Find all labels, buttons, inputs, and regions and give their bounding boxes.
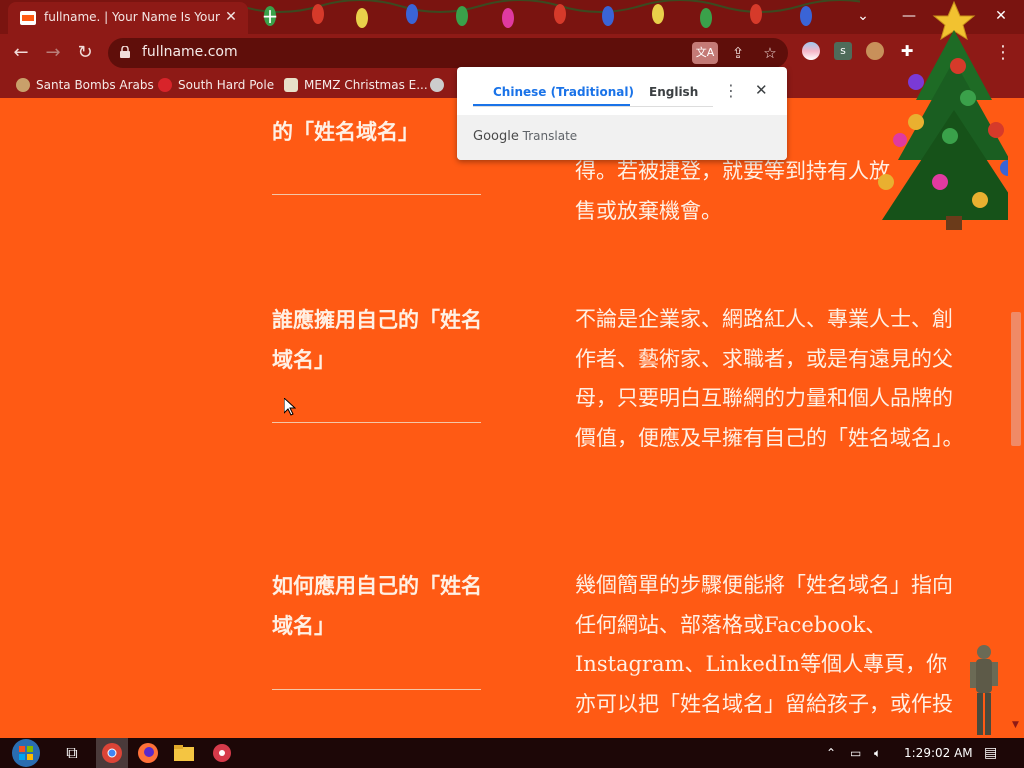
christmas-tree-decoration xyxy=(878,0,1024,230)
close-popup-icon[interactable]: ✕ xyxy=(755,80,768,100)
mouse-cursor-icon xyxy=(284,398,296,416)
firefox-taskbar-icon[interactable] xyxy=(136,741,160,765)
scrollbar-thumb[interactable] xyxy=(1011,312,1021,446)
snowflake-icon xyxy=(158,78,172,92)
tab-close-icon[interactable]: ✕ xyxy=(222,8,240,26)
share-icon[interactable]: ⇪ xyxy=(726,42,750,64)
tab-source-language[interactable]: Chinese (Traditional) xyxy=(493,81,634,103)
file-explorer-icon[interactable] xyxy=(172,741,196,765)
scroll-down-arrow-icon[interactable]: ▼ xyxy=(1012,720,1019,730)
translate-icon[interactable]: 文A xyxy=(692,42,718,64)
app-taskbar-icon[interactable] xyxy=(210,741,234,765)
browser-tab-active[interactable]: fullname. | Your Name Is Your Br ✕ xyxy=(8,2,248,34)
tab-target-language[interactable]: English xyxy=(649,81,698,103)
network-icon[interactable]: ▭ xyxy=(850,744,861,762)
web-page: 的「姓名域名」 得。若被捷登，就要等到持有人放售或放棄機會。 誰應擁用自己的「姓… xyxy=(0,98,1008,738)
bookmark-item[interactable]: Santa Bombs Arabs xyxy=(16,76,154,94)
faq-question: 誰應擁用自己的「姓名域名」 xyxy=(272,307,482,372)
start-button-icon[interactable] xyxy=(10,738,42,768)
divider xyxy=(272,689,481,690)
vertical-scrollbar[interactable]: ▼ xyxy=(1008,98,1024,738)
site-favicon-icon xyxy=(20,11,36,25)
translate-popup: Chinese (Traditional) English ⋮ ✕ Google… xyxy=(457,67,787,160)
back-arrow-icon[interactable]: ← xyxy=(8,40,34,66)
bookmark-item[interactable] xyxy=(430,76,450,94)
new-tab-button[interactable]: + xyxy=(258,4,282,28)
tray-chevron-icon[interactable]: ⌃ xyxy=(826,744,836,762)
forward-arrow-icon[interactable]: → xyxy=(40,40,66,66)
task-view-icon[interactable]: ⧉ xyxy=(60,741,84,765)
url-text[interactable]: fullname.com xyxy=(142,44,238,60)
clock-time[interactable]: 1:29:02 AM xyxy=(904,744,973,762)
address-bar[interactable]: fullname.com 文A ⇪ ☆ xyxy=(108,38,788,68)
panda-icon xyxy=(430,78,444,92)
translate-footer: Google Translate xyxy=(457,115,787,160)
zombie-figure-decoration xyxy=(970,645,998,735)
lock-icon xyxy=(120,46,130,58)
faq-question: 的「姓名域名」 xyxy=(272,119,419,144)
bookmark-star-icon[interactable]: ☆ xyxy=(758,42,782,64)
google-translate-logo: Google Translate xyxy=(473,129,578,144)
faq-answer: 不論是企業家、網路紅人、專業人士、創作者、藝術家、求職者，或是有遠見的父母，只要… xyxy=(575,307,964,450)
volume-icon[interactable]: 🔈︎ xyxy=(874,744,881,762)
extension-s-icon[interactable]: s xyxy=(834,42,852,60)
bookmark-item[interactable]: South Hard Pole xyxy=(158,76,274,94)
tab-title: fullname. | Your Name Is Your Br xyxy=(44,10,224,24)
memz-icon xyxy=(284,78,298,92)
title-bar: fullname. | Your Name Is Your Br ✕ + ⌄ —… xyxy=(0,0,1024,34)
more-options-icon[interactable]: ⋮ xyxy=(723,81,739,101)
santa-icon xyxy=(16,78,30,92)
chrome-taskbar-icon[interactable] xyxy=(96,738,128,768)
windows-taskbar: ⧉ ⌃ ▭ 🔈︎ 1:29:02 AM ▤ xyxy=(0,738,1024,768)
faq-answer: 得。若被捷登，就要等到持有人放售或放棄機會。 xyxy=(575,159,890,223)
faq-answer: 幾個簡單的步驟便能將「姓名域名」指向任何網站、部落格或Facebook、Inst… xyxy=(575,573,953,716)
christmas-lights-decoration xyxy=(240,0,860,28)
divider xyxy=(272,422,481,423)
extension-flag-icon[interactable] xyxy=(802,42,820,60)
notifications-icon[interactable]: ▤ xyxy=(984,744,997,762)
bookmark-item[interactable]: MEMZ Christmas E... xyxy=(284,76,428,94)
divider xyxy=(272,194,481,195)
faq-question: 如何應用自己的「姓名域名」 xyxy=(272,573,482,638)
reload-icon[interactable]: ↻ xyxy=(72,40,98,66)
divider xyxy=(473,106,713,107)
